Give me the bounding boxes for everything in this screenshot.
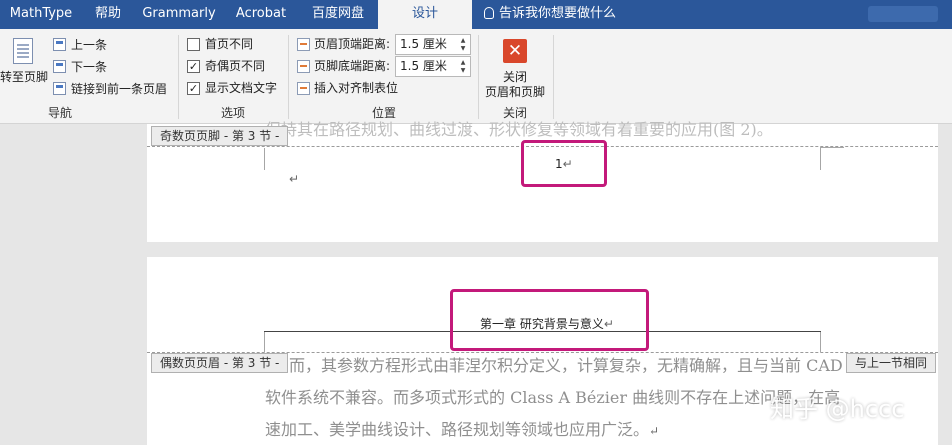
tell-me-label: 告诉我你想要做什么	[499, 6, 617, 21]
body-text-line-3: 速加工、美学曲线设计、路径规划等领域也应用广泛。	[265, 420, 650, 439]
header-from-top-label: 页眉顶端距离:	[314, 37, 391, 51]
footer-from-bottom-value: 1.5 厘米	[400, 59, 447, 73]
lightbulb-icon	[484, 7, 494, 19]
group-label-navigation: 导航	[47, 106, 72, 120]
show-document-text-label[interactable]: 显示文档文字	[205, 80, 277, 96]
tab-mathtype[interactable]: MathType	[0, 0, 82, 29]
footer-from-bottom-label: 页脚底端距离:	[314, 59, 391, 73]
highlight-box-header-title	[450, 289, 649, 351]
goto-footer-button[interactable]: 转至页脚	[0, 69, 48, 85]
previous-icon[interactable]	[53, 38, 66, 51]
highlight-box-page-number	[521, 140, 607, 187]
spin-up-icon[interactable]: ▲	[459, 59, 467, 66]
close-icon[interactable]: ✕	[503, 39, 527, 63]
footer-bottom-icon	[297, 60, 310, 73]
footer-from-bottom-spinner[interactable]: 1.5 厘米 ▲ ▼	[395, 56, 471, 77]
zhihu-watermark: 知乎 @hccc	[770, 395, 905, 423]
tab-grammarly[interactable]: Grammarly	[134, 0, 224, 29]
tab-acrobat[interactable]: Acrobat	[224, 0, 298, 29]
different-first-page-checkbox[interactable]	[187, 38, 200, 51]
show-document-text-checkbox[interactable]: ✓	[187, 82, 200, 95]
margin-corner-mark	[820, 148, 821, 170]
close-header-footer-line1[interactable]: 关闭	[484, 69, 546, 85]
paragraph-mark: ↵	[289, 172, 300, 186]
different-odd-even-checkbox[interactable]: ✓	[187, 60, 200, 73]
odd-footer-tag: 奇数页页脚 - 第 3 节 -	[151, 126, 289, 146]
margin-corner-mark	[264, 148, 265, 170]
group-divider	[288, 35, 289, 119]
different-odd-even-label[interactable]: 奇偶页不同	[205, 58, 265, 74]
group-label-options: 选项	[220, 106, 245, 120]
paragraph-mark: ↵	[649, 424, 660, 438]
ribbon-design: 转至页脚 上一条 下一条 链接到前一条页眉 导航 首页不同 ✓ 奇偶页不同 ✓ …	[0, 29, 952, 124]
blurred-account-area	[868, 6, 938, 22]
margin-corner-mark	[820, 147, 844, 148]
previous-button[interactable]: 上一条	[71, 37, 107, 53]
spin-up-icon[interactable]: ▲	[459, 37, 467, 44]
faded-body-text: 保持其在路径规划、曲线过渡、形状修复等领域有着重要的应用(图 2)。	[265, 120, 773, 139]
next-icon[interactable]	[53, 60, 66, 73]
close-header-footer-line2[interactable]: 页眉和页脚	[484, 84, 546, 100]
header-from-top-spinner[interactable]: 1.5 厘米 ▲ ▼	[395, 34, 471, 55]
link-to-previous-button[interactable]: 链接到前一条页眉	[71, 81, 167, 97]
tell-me-box[interactable]: 告诉我你想要做什么	[484, 0, 616, 29]
insert-alignment-tab-button[interactable]: 插入对齐制表位	[314, 80, 398, 96]
link-previous-icon[interactable]	[53, 82, 66, 95]
margin-corner-mark	[820, 332, 821, 352]
different-first-page-label[interactable]: 首页不同	[205, 36, 253, 52]
even-header-tag: 偶数页页眉 - 第 3 节 -	[151, 353, 289, 373]
header-top-icon	[297, 38, 310, 51]
ribbon-tab-bar: MathType 帮助 Grammarly Acrobat 百度网盘 设计 告诉…	[0, 0, 952, 29]
body-text-line: 速加工、美学曲线设计、路径规划等领域也应用广泛。↵	[265, 416, 659, 440]
margin-corner-mark	[264, 332, 265, 352]
tab-baidu-netdisk[interactable]: 百度网盘	[298, 0, 378, 29]
same-as-previous-tag: 与上一节相同	[846, 353, 937, 373]
group-divider	[553, 35, 554, 119]
group-divider	[478, 35, 479, 119]
body-text-line: 而，其参数方程形式由菲涅尔积分定义，计算复杂，无精确解，且与当前 CAD	[289, 356, 843, 375]
goto-footer-icon[interactable]	[13, 38, 33, 64]
group-divider	[178, 35, 179, 119]
next-button[interactable]: 下一条	[71, 59, 107, 75]
insert-alignment-tab-icon[interactable]	[297, 82, 310, 95]
header-from-top-value: 1.5 厘米	[400, 37, 447, 51]
body-text-line: 软件系统不兼容。而多项式形式的 Class A Bézier 曲线则不存在上述问…	[265, 388, 841, 407]
tab-help[interactable]: 帮助	[82, 0, 134, 29]
spin-down-icon[interactable]: ▼	[459, 45, 467, 52]
spin-down-icon[interactable]: ▼	[459, 67, 467, 74]
tab-design[interactable]: 设计	[378, 0, 472, 29]
